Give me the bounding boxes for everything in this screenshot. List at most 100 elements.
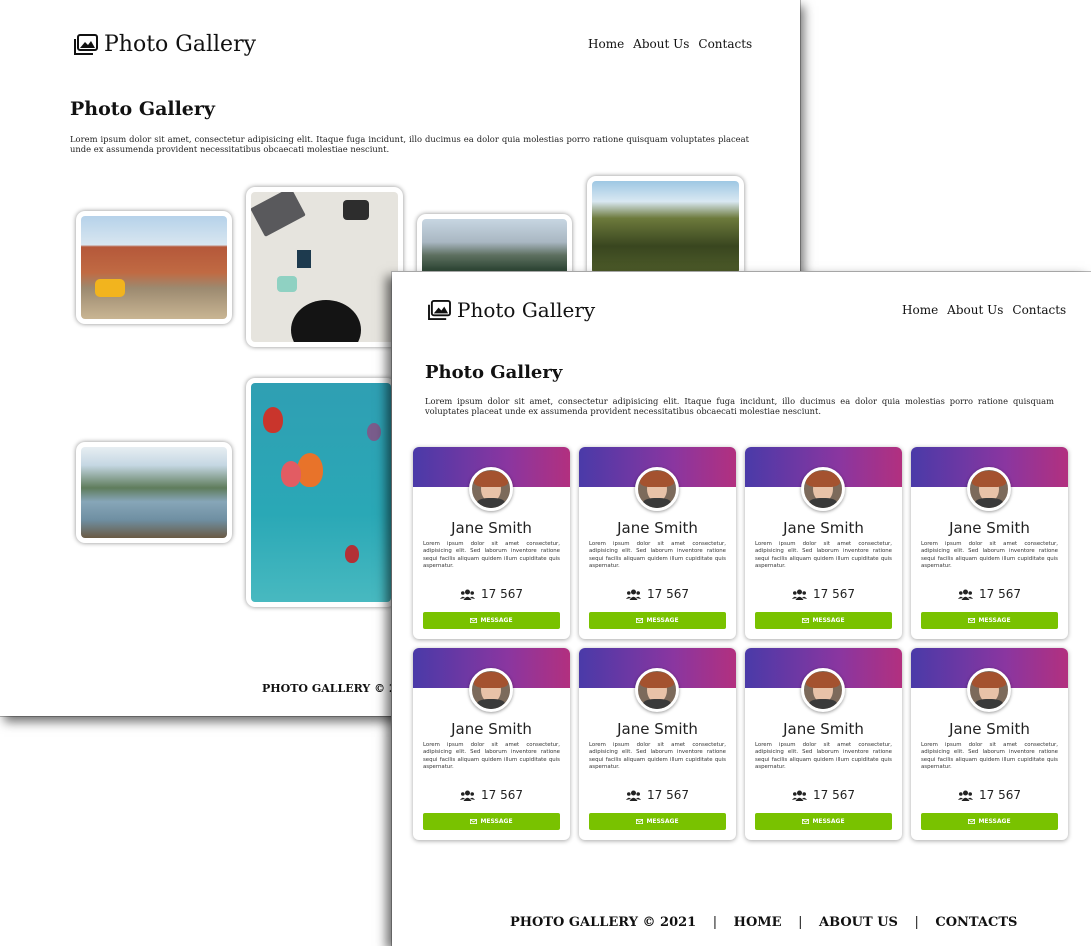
avatar [801, 467, 845, 511]
top-nav: Home About Us Contacts [902, 303, 1066, 317]
profile-cards-page-screenshot: Photo Gallery Home About Us Contacts Pho… [392, 272, 1091, 946]
avatar [801, 668, 845, 712]
users-icon [460, 790, 475, 801]
nav-contacts[interactable]: Contacts [698, 37, 752, 51]
envelope-icon [802, 618, 810, 623]
card-bio: Lorem ipsum dolor sit amet consectetur, … [921, 541, 1058, 570]
profile-card: Jane Smith Lorem ipsum dolor sit amet co… [745, 648, 902, 840]
message-button-label: MESSAGE [646, 818, 679, 825]
message-button-label: MESSAGE [480, 818, 513, 825]
avatar [469, 467, 513, 511]
card-bio: Lorem ipsum dolor sit amet consectetur, … [589, 541, 726, 570]
message-button-label: MESSAGE [646, 617, 679, 624]
card-bio: Lorem ipsum dolor sit amet consectetur, … [755, 541, 892, 570]
message-button[interactable]: MESSAGE [589, 612, 726, 629]
photo-travel-desk[interactable] [246, 187, 403, 347]
followers-stat: 17 567 [745, 587, 902, 601]
nav-about-us[interactable]: About Us [947, 303, 1003, 317]
card-name: Jane Smith [617, 720, 698, 738]
envelope-icon [968, 618, 976, 623]
users-icon [792, 790, 807, 801]
message-button[interactable]: MESSAGE [589, 813, 726, 830]
followers-count: 17 567 [979, 587, 1021, 601]
followers-stat: 17 567 [579, 788, 736, 802]
profile-card: Jane Smith Lorem ipsum dolor sit amet co… [413, 447, 570, 639]
envelope-icon [968, 819, 976, 824]
followers-count: 17 567 [647, 587, 689, 601]
footer-copyright: PHOTO GALLERY © 2021 [510, 915, 697, 930]
followers-stat: 17 567 [413, 788, 570, 802]
users-icon [792, 589, 807, 600]
page-title: Photo Gallery [70, 98, 215, 120]
page-title: Photo Gallery [425, 362, 563, 383]
message-button-label: MESSAGE [978, 818, 1011, 825]
profile-card: Jane Smith Lorem ipsum dolor sit amet co… [911, 648, 1068, 840]
message-button-label: MESSAGE [978, 617, 1011, 624]
card-name: Jane Smith [617, 519, 698, 537]
followers-stat: 17 567 [911, 788, 1068, 802]
footer-link-about-us[interactable]: ABOUT US [819, 915, 898, 930]
profile-card: Jane Smith Lorem ipsum dolor sit amet co… [745, 447, 902, 639]
users-icon [626, 589, 641, 600]
nav-home[interactable]: Home [588, 37, 624, 51]
avatar [967, 467, 1011, 511]
users-icon [626, 790, 641, 801]
card-bio: Lorem ipsum dolor sit amet consectetur, … [921, 742, 1058, 771]
card-name: Jane Smith [451, 720, 532, 738]
envelope-icon [470, 618, 478, 623]
profile-card: Jane Smith Lorem ipsum dolor sit amet co… [413, 648, 570, 840]
message-button[interactable]: MESSAGE [755, 813, 892, 830]
card-name: Jane Smith [783, 720, 864, 738]
followers-count: 17 567 [979, 788, 1021, 802]
avatar [469, 668, 513, 712]
photo-hot-air-balloons[interactable] [246, 378, 396, 607]
avatar [635, 668, 679, 712]
card-name: Jane Smith [783, 519, 864, 537]
card-name: Jane Smith [949, 519, 1030, 537]
photo-canyon-van[interactable] [76, 211, 232, 324]
footer-separator: | [712, 915, 718, 930]
message-button[interactable]: MESSAGE [921, 813, 1058, 830]
top-nav: Home About Us Contacts [588, 37, 752, 51]
card-bio: Lorem ipsum dolor sit amet consectetur, … [755, 742, 892, 771]
site-logo[interactable]: Photo Gallery [74, 32, 256, 57]
message-button[interactable]: MESSAGE [921, 612, 1058, 629]
card-bio: Lorem ipsum dolor sit amet consectetur, … [423, 541, 560, 570]
avatar [635, 467, 679, 511]
nav-contacts[interactable]: Contacts [1012, 303, 1066, 317]
message-button[interactable]: MESSAGE [423, 612, 560, 629]
nav-about-us[interactable]: About Us [633, 37, 689, 51]
image-gallery-icon [74, 33, 98, 55]
photo-palm-trees[interactable] [587, 176, 744, 279]
envelope-icon [636, 618, 644, 623]
followers-count: 17 567 [647, 788, 689, 802]
card-bio: Lorem ipsum dolor sit amet consectetur, … [423, 742, 560, 771]
avatar [967, 668, 1011, 712]
card-bio: Lorem ipsum dolor sit amet consectetur, … [589, 742, 726, 771]
followers-stat: 17 567 [579, 587, 736, 601]
site-logo[interactable]: Photo Gallery [428, 298, 595, 322]
photo-fjord-pier[interactable] [76, 442, 232, 543]
envelope-icon [470, 819, 478, 824]
footer-link-home[interactable]: HOME [734, 915, 782, 930]
profile-card: Jane Smith Lorem ipsum dolor sit amet co… [579, 447, 736, 639]
followers-count: 17 567 [813, 788, 855, 802]
logo-text: Photo Gallery [104, 32, 257, 57]
card-name: Jane Smith [451, 519, 532, 537]
envelope-icon [636, 819, 644, 824]
logo-text: Photo Gallery [457, 298, 596, 322]
followers-count: 17 567 [813, 587, 855, 601]
users-icon [958, 589, 973, 600]
envelope-icon [802, 819, 810, 824]
footer-link-contacts[interactable]: CONTACTS [935, 915, 1017, 930]
message-button-label: MESSAGE [812, 617, 845, 624]
footer: PHOTO GALLERY © 2021 | HOME | ABOUT US |… [510, 915, 1017, 930]
message-button[interactable]: MESSAGE [755, 612, 892, 629]
nav-home[interactable]: Home [902, 303, 938, 317]
intro-paragraph: Lorem ipsum dolor sit amet, consectetur … [70, 134, 749, 154]
card-name: Jane Smith [949, 720, 1030, 738]
image-gallery-icon [428, 299, 451, 320]
message-button[interactable]: MESSAGE [423, 813, 560, 830]
message-button-label: MESSAGE [480, 617, 513, 624]
users-icon [460, 589, 475, 600]
